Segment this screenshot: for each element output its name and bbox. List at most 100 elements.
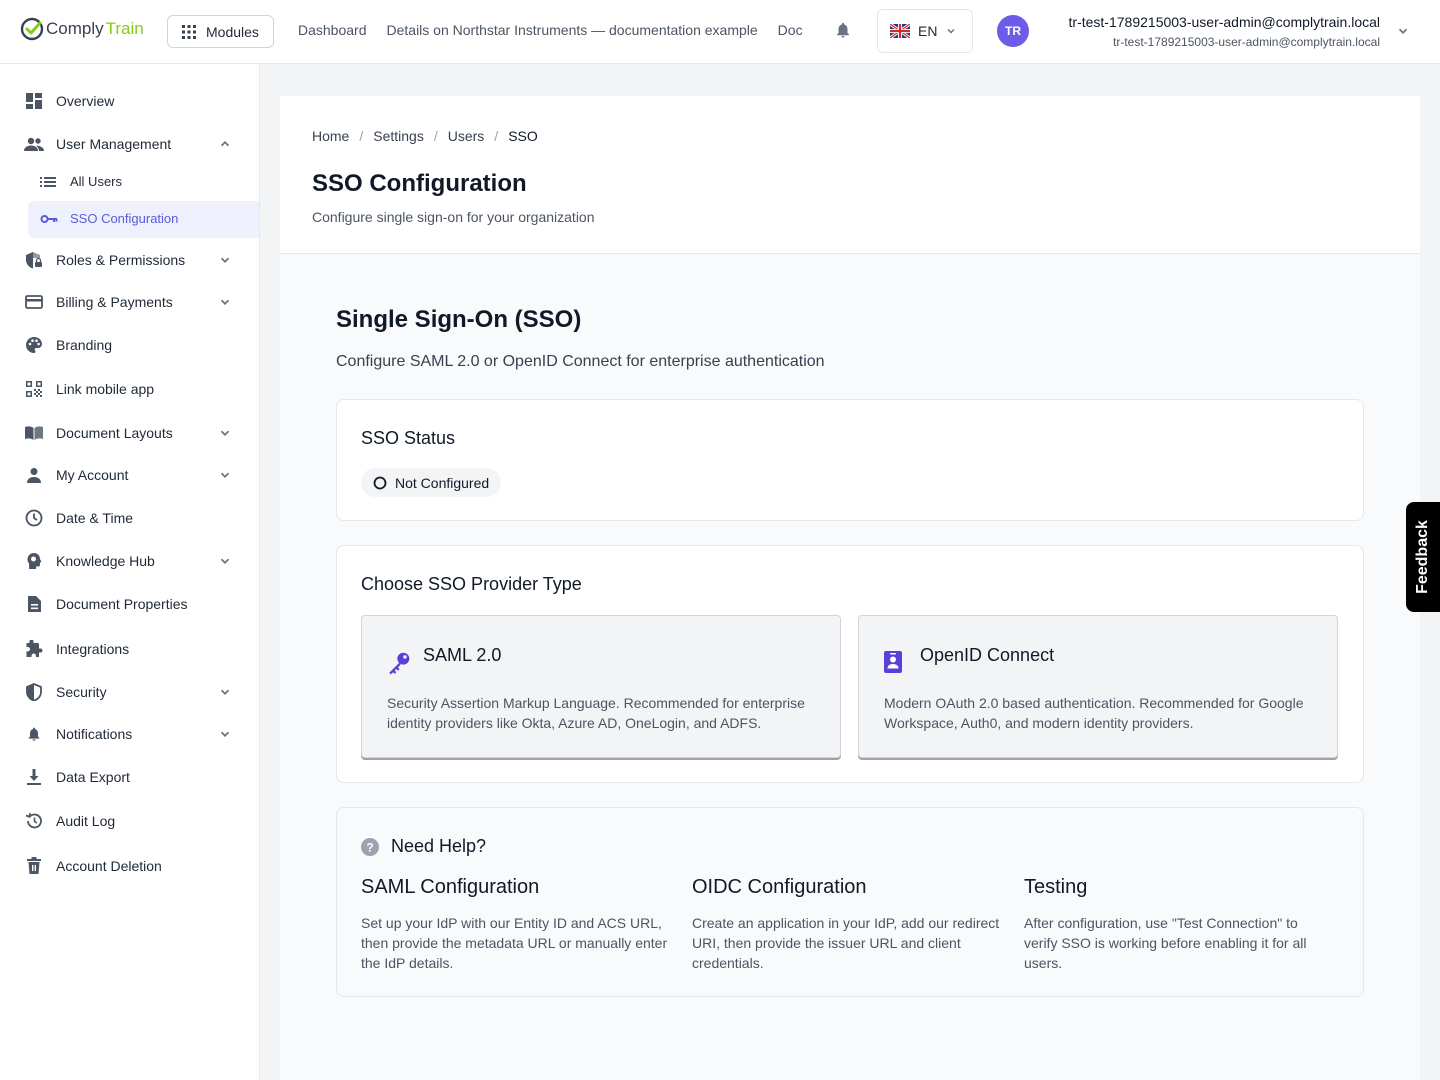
breadcrumb-settings[interactable]: Settings — [373, 128, 424, 144]
provider-option-openid[interactable]: OpenID Connect Modern OAuth 2.0 based au… — [858, 615, 1338, 758]
help-column-title: SAML Configuration — [361, 876, 540, 898]
help-header: ? Need Help? — [361, 836, 486, 857]
qr-code-icon — [24, 379, 44, 399]
help-column-title: Testing — [1024, 876, 1088, 898]
sidebar-item-document-properties[interactable]: Document Properties — [24, 593, 238, 615]
chevron-down-icon — [220, 299, 230, 305]
provider-option-title: SAML 2.0 — [423, 645, 502, 665]
help-column-oidc: OIDC Configuration Create an application… — [692, 876, 1002, 973]
sidebar-item-label: Branding — [56, 337, 113, 353]
sidebar-item-notifications[interactable]: Notifications — [24, 723, 238, 745]
clock-icon — [24, 508, 44, 528]
sidebar-item-label: Data Export — [56, 769, 130, 785]
avatar[interactable]: TR — [997, 15, 1029, 47]
sidebar-item-overview[interactable]: Overview — [24, 90, 238, 112]
shield-lock-icon — [24, 250, 44, 270]
sidebar-item-label: Notifications — [56, 726, 133, 742]
sidebar-item-account-deletion[interactable]: Account Deletion — [24, 855, 238, 877]
sidebar-item-branding[interactable]: Branding — [24, 334, 238, 356]
puzzle-icon — [24, 639, 44, 659]
provider-option-title: OpenID Connect — [920, 645, 1055, 665]
user-menu-chevron-icon[interactable] — [1396, 24, 1410, 38]
help-title: Need Help? — [391, 836, 487, 856]
top-nav: Dashboard Details on Northstar Instrumen… — [298, 22, 826, 38]
trash-icon — [24, 856, 44, 876]
sidebar-item-date-time[interactable]: Date & Time — [24, 507, 238, 529]
key-icon — [40, 214, 58, 224]
sidebar-item-label: Link mobile app — [56, 381, 155, 397]
sidebar-item-all-users[interactable]: All Users — [40, 174, 122, 189]
sidebar-item-label: Date & Time — [56, 510, 134, 526]
sidebar-item-label: Roles & Permissions — [56, 252, 186, 268]
page-header: Home / Settings / Users / SSO SSO Config… — [280, 96, 1420, 254]
sidebar-item-sso-configuration[interactable]: SSO Configuration — [40, 211, 178, 226]
sso-section-title: Single Sign-On (SSO) — [336, 306, 582, 333]
chevron-down-icon — [947, 28, 955, 34]
status-badge: Not Configured — [361, 468, 502, 497]
bell-icon — [24, 724, 44, 744]
breadcrumb-separator: / — [433, 128, 438, 144]
sidebar-item-label: User Management — [56, 136, 172, 152]
topnav-dashboard[interactable]: Dashboard — [298, 22, 367, 38]
history-icon — [24, 811, 44, 831]
breadcrumb-separator: / — [494, 128, 499, 144]
chevron-down-icon — [220, 731, 230, 737]
breadcrumb-current: SSO — [508, 128, 538, 144]
help-column-testing: Testing After configuration, use "Test C… — [1024, 876, 1334, 973]
language-selector[interactable]: EN — [877, 9, 973, 53]
head-lightbulb-icon — [24, 551, 44, 571]
breadcrumb-home[interactable]: Home — [312, 128, 349, 144]
breadcrumb-users[interactable]: Users — [448, 128, 485, 144]
sidebar-item-roles-permissions[interactable]: Roles & Permissions — [24, 249, 238, 271]
page-title: SSO Configuration — [312, 170, 527, 197]
modules-button[interactable]: Modules — [167, 15, 274, 48]
top-bar: Comply Train Modules Dashboard Details on… — [0, 0, 1440, 64]
sidebar-item-billing-payments[interactable]: Billing & Payments — [24, 291, 238, 313]
grid-icon — [182, 24, 196, 39]
language-label: EN — [918, 23, 938, 39]
help-column-title: OIDC Configuration — [692, 876, 867, 898]
chevron-down-icon — [220, 689, 230, 695]
sidebar-item-data-export[interactable]: Data Export — [24, 766, 238, 788]
app-logo[interactable]: Comply Train — [20, 17, 144, 41]
sidebar-item-document-layouts[interactable]: Document Layouts — [24, 422, 238, 444]
id-badge-icon — [884, 651, 902, 673]
provider-option-description: Security Assertion Markup Language. Reco… — [387, 695, 805, 731]
sidebar-item-user-management[interactable]: User Management — [24, 133, 238, 155]
chevron-down-icon — [220, 430, 230, 436]
feedback-label: Feedback — [1414, 520, 1431, 594]
sidebar-item-label: SSO Configuration — [70, 211, 179, 226]
feedback-tab[interactable]: Feedback — [1406, 502, 1440, 612]
download-icon — [24, 767, 44, 787]
provider-option-description: Modern OAuth 2.0 based authentication. R… — [884, 695, 1304, 731]
sidebar-item-integrations[interactable]: Integrations — [24, 638, 238, 660]
circle-outline-icon — [373, 476, 387, 489]
topnav-details[interactable]: Details on Northstar Instruments — docum… — [387, 22, 758, 38]
sidebar-item-label: Knowledge Hub — [56, 553, 155, 569]
shield-icon — [24, 682, 44, 702]
users-icon — [24, 134, 44, 154]
bell-icon[interactable] — [834, 21, 852, 39]
sidebar-item-label: My Account — [56, 467, 129, 483]
help-column-text: Set up your IdP with our Entity ID and A… — [361, 915, 668, 971]
page-subtitle: Configure single sign-on for your organi… — [312, 209, 595, 225]
sidebar-item-link-mobile-app[interactable]: Link mobile app — [24, 378, 238, 400]
breadcrumb: Home / Settings / Users / SSO — [312, 128, 538, 144]
list-icon — [40, 176, 58, 188]
sidebar-item-label: Audit Log — [56, 813, 116, 829]
topnav-doc[interactable]: Doc — [778, 22, 803, 38]
provider-type-title: Choose SSO Provider Type — [361, 574, 582, 594]
help-column-text: Create an application in your IdP, add o… — [692, 915, 1000, 971]
logo-text-comply: Comply — [46, 19, 104, 38]
sidebar-item-audit-log[interactable]: Audit Log — [24, 810, 238, 832]
sidebar-item-knowledge-hub[interactable]: Knowledge Hub — [24, 550, 238, 572]
user-name[interactable]: tr-test-1789215003-user-admin@complytrai… — [1069, 14, 1380, 30]
breadcrumb-separator: / — [359, 128, 364, 144]
sidebar-item-label: Security — [56, 684, 107, 700]
sidebar-item-security[interactable]: Security — [24, 681, 238, 703]
palette-icon — [24, 335, 44, 355]
chevron-down-icon — [220, 472, 230, 478]
provider-option-saml[interactable]: SAML 2.0 Security Assertion Markup Langu… — [361, 615, 841, 758]
sidebar-item-label: All Users — [70, 174, 123, 189]
sidebar-item-my-account[interactable]: My Account — [24, 464, 238, 486]
